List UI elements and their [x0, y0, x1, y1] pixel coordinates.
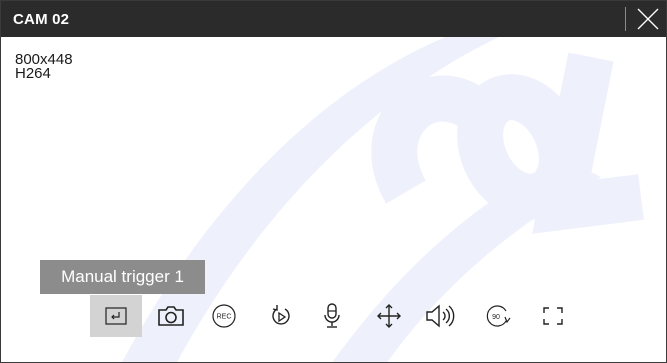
- microphone-icon: [324, 303, 340, 328]
- close-button[interactable]: [630, 3, 664, 35]
- svg-text:REC: REC: [217, 314, 232, 321]
- rotate-button[interactable]: 90: [472, 295, 524, 337]
- title-bar: CAM 02: [1, 1, 666, 37]
- snapshot-button[interactable]: [145, 295, 197, 337]
- move-arrows-icon: [377, 304, 401, 328]
- record-icon: REC: [212, 304, 236, 328]
- title-divider: [625, 7, 626, 31]
- camera-icon: [158, 306, 184, 326]
- tooltip: Manual trigger 1: [40, 260, 205, 294]
- window-title: CAM 02: [13, 11, 70, 28]
- replay-icon: [272, 305, 290, 325]
- microphone-button[interactable]: [306, 295, 358, 337]
- manual-trigger-button[interactable]: [90, 295, 142, 337]
- fullscreen-button[interactable]: [527, 295, 579, 337]
- instant-playback-button[interactable]: [255, 295, 307, 337]
- fullscreen-icon: [543, 307, 563, 325]
- speaker-icon: [426, 304, 455, 328]
- stream-info: 800x448 H264: [15, 52, 73, 82]
- audio-button[interactable]: [415, 295, 467, 337]
- svg-text:90: 90: [492, 314, 500, 321]
- close-icon: [637, 8, 659, 30]
- camera-window: CAM 02 800x448 H264 Manual trigger 1 REC…: [0, 0, 667, 363]
- record-button[interactable]: REC: [198, 295, 250, 337]
- stream-codec: H264: [15, 65, 51, 82]
- manual-trigger-icon: [105, 307, 127, 325]
- rotate-90-icon: 90: [486, 305, 511, 327]
- camera-toolbar: REC 90: [90, 295, 590, 337]
- ptz-button[interactable]: [363, 295, 415, 337]
